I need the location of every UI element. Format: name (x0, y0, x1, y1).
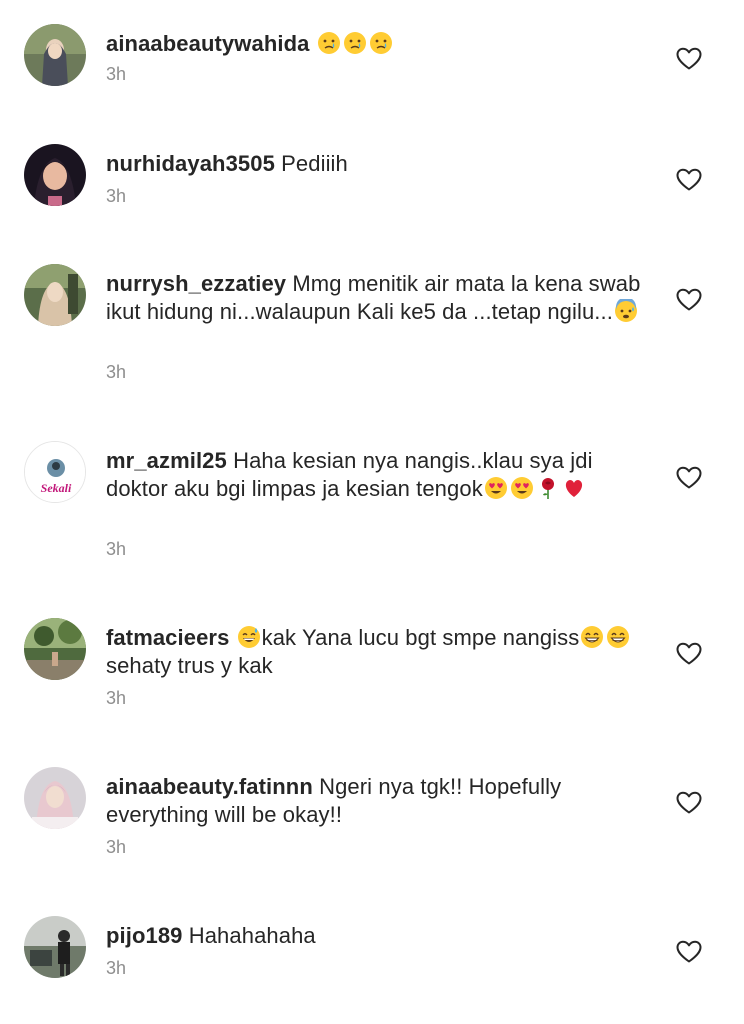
comment-text: ainaabeautywahida (106, 30, 646, 58)
comment-username[interactable]: nurhidayah3505 (106, 151, 275, 176)
comment-username[interactable]: pijo189 (106, 923, 183, 948)
heart-outline-icon[interactable] (676, 791, 702, 815)
heart-outline-icon[interactable] (676, 642, 702, 666)
heart-outline-icon[interactable] (676, 466, 702, 490)
avatar[interactable]: Sekali (24, 441, 86, 503)
comment-text: nurrysh_ezzatiey Mmg menitik air mata la… (106, 270, 646, 326)
comment-time: 3h (106, 186, 127, 206)
comment-username[interactable]: ainaabeauty.fatinnn (106, 774, 313, 799)
avatar[interactable] (24, 144, 86, 206)
comment-text: ainaabeauty.fatinnn Ngeri nya tgk!! Hope… (106, 773, 646, 829)
comment-segments: Pediiih (281, 151, 348, 176)
heart-eyes-face-emoji (484, 476, 508, 500)
comment-text: nurhidayah3505 Pediiih (106, 150, 646, 178)
avatar[interactable] (24, 767, 86, 829)
avatar[interactable] (24, 24, 86, 86)
comment-time: 3h (106, 539, 127, 559)
comment-username[interactable]: ainaabeautywahida (106, 31, 309, 56)
comment-time: 3h (106, 362, 127, 382)
comment-time: 3h (106, 64, 127, 84)
comment-username[interactable]: mr_azmil25 (106, 448, 227, 473)
heart-outline-icon[interactable] (676, 168, 702, 192)
comment-body-text: kak Yana lucu bgt smpe nangiss (261, 625, 580, 650)
grinning-face-with-sweat-emoji (237, 625, 261, 649)
comment-body-text: Pediiih (281, 151, 348, 176)
comment-body-text: Hahahahaha (188, 923, 316, 948)
heart-outline-icon[interactable] (676, 940, 702, 964)
heart-outline-icon[interactable] (676, 47, 702, 71)
avatar[interactable] (24, 916, 86, 978)
crying-face-emoji (369, 31, 393, 55)
comment-time: 3h (106, 688, 127, 708)
heart-outline-icon[interactable] (676, 288, 702, 312)
anxious-face-with-sweat-emoji (614, 299, 638, 323)
comment-body-text: sehaty trus y kak (106, 653, 273, 678)
rose-emoji (536, 476, 560, 500)
crying-face-emoji (317, 31, 341, 55)
comment-segments: Hahahahaha (189, 923, 316, 948)
beaming-face-emoji (606, 625, 630, 649)
crying-face-emoji (343, 31, 367, 55)
avatar[interactable] (24, 618, 86, 680)
heart-eyes-face-emoji (510, 476, 534, 500)
red-heart-emoji (562, 476, 586, 500)
comment-username[interactable]: fatmacieers (106, 625, 229, 650)
beaming-face-emoji (580, 625, 604, 649)
avatar[interactable] (24, 264, 86, 326)
comment-time: 3h (106, 958, 127, 978)
avatar-label: Sekali (41, 481, 72, 495)
comment-segments (316, 31, 394, 56)
comment-text: mr_azmil25 Haha kesian nya nangis..klau … (106, 447, 646, 503)
comment-username[interactable]: nurrysh_ezzatiey (106, 271, 286, 296)
comment-text: fatmacieers kak Yana lucu bgt smpe nangi… (106, 624, 646, 680)
comment-text: pijo189 Hahahahaha (106, 922, 646, 950)
comment-time: 3h (106, 837, 127, 857)
